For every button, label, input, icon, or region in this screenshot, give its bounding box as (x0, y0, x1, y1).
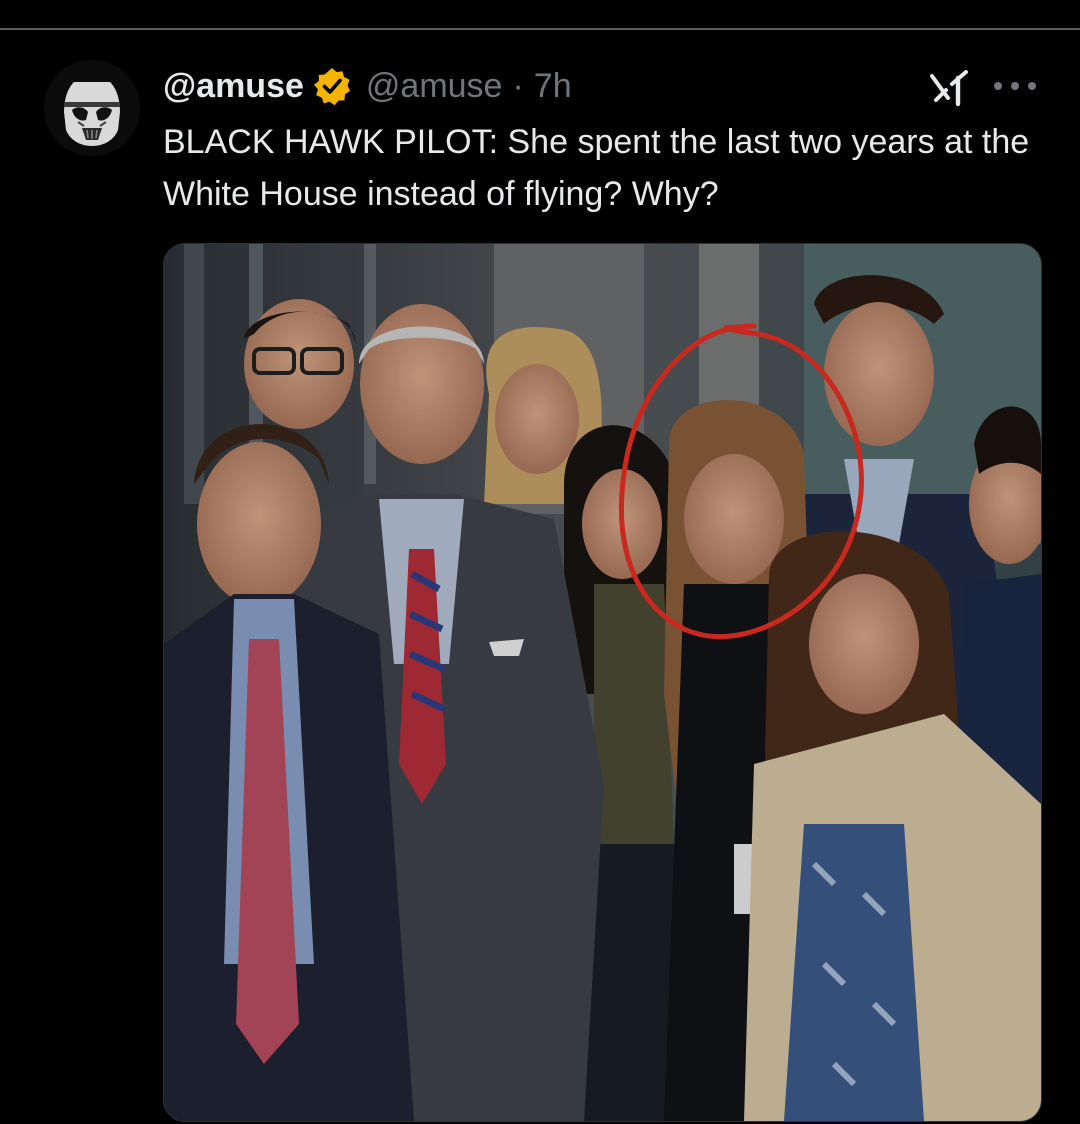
verified-badge-icon[interactable] (312, 66, 352, 106)
timestamp[interactable]: 7h (534, 62, 572, 110)
avatar[interactable] (44, 60, 140, 156)
more-icon[interactable] (994, 78, 1036, 94)
post-media-photo[interactable] (163, 243, 1042, 1122)
more-dot (1011, 82, 1019, 90)
post[interactable]: @amuse @amuse · 7h BLACK HAWK PILOT: She… (0, 0, 1080, 1122)
separator-dot: · (512, 67, 524, 105)
grok-icon[interactable] (928, 68, 972, 108)
stormtrooper-avatar-icon (44, 60, 140, 156)
handle[interactable]: @amuse (366, 62, 503, 110)
display-name[interactable]: @amuse (163, 62, 304, 110)
group-photo-image (164, 244, 1041, 1121)
post-text: BLACK HAWK PILOT: She spent the last two… (163, 123, 1030, 213)
post-header: @amuse @amuse · 7h (163, 62, 572, 110)
more-dot (994, 82, 1002, 90)
more-dot (1028, 82, 1036, 90)
